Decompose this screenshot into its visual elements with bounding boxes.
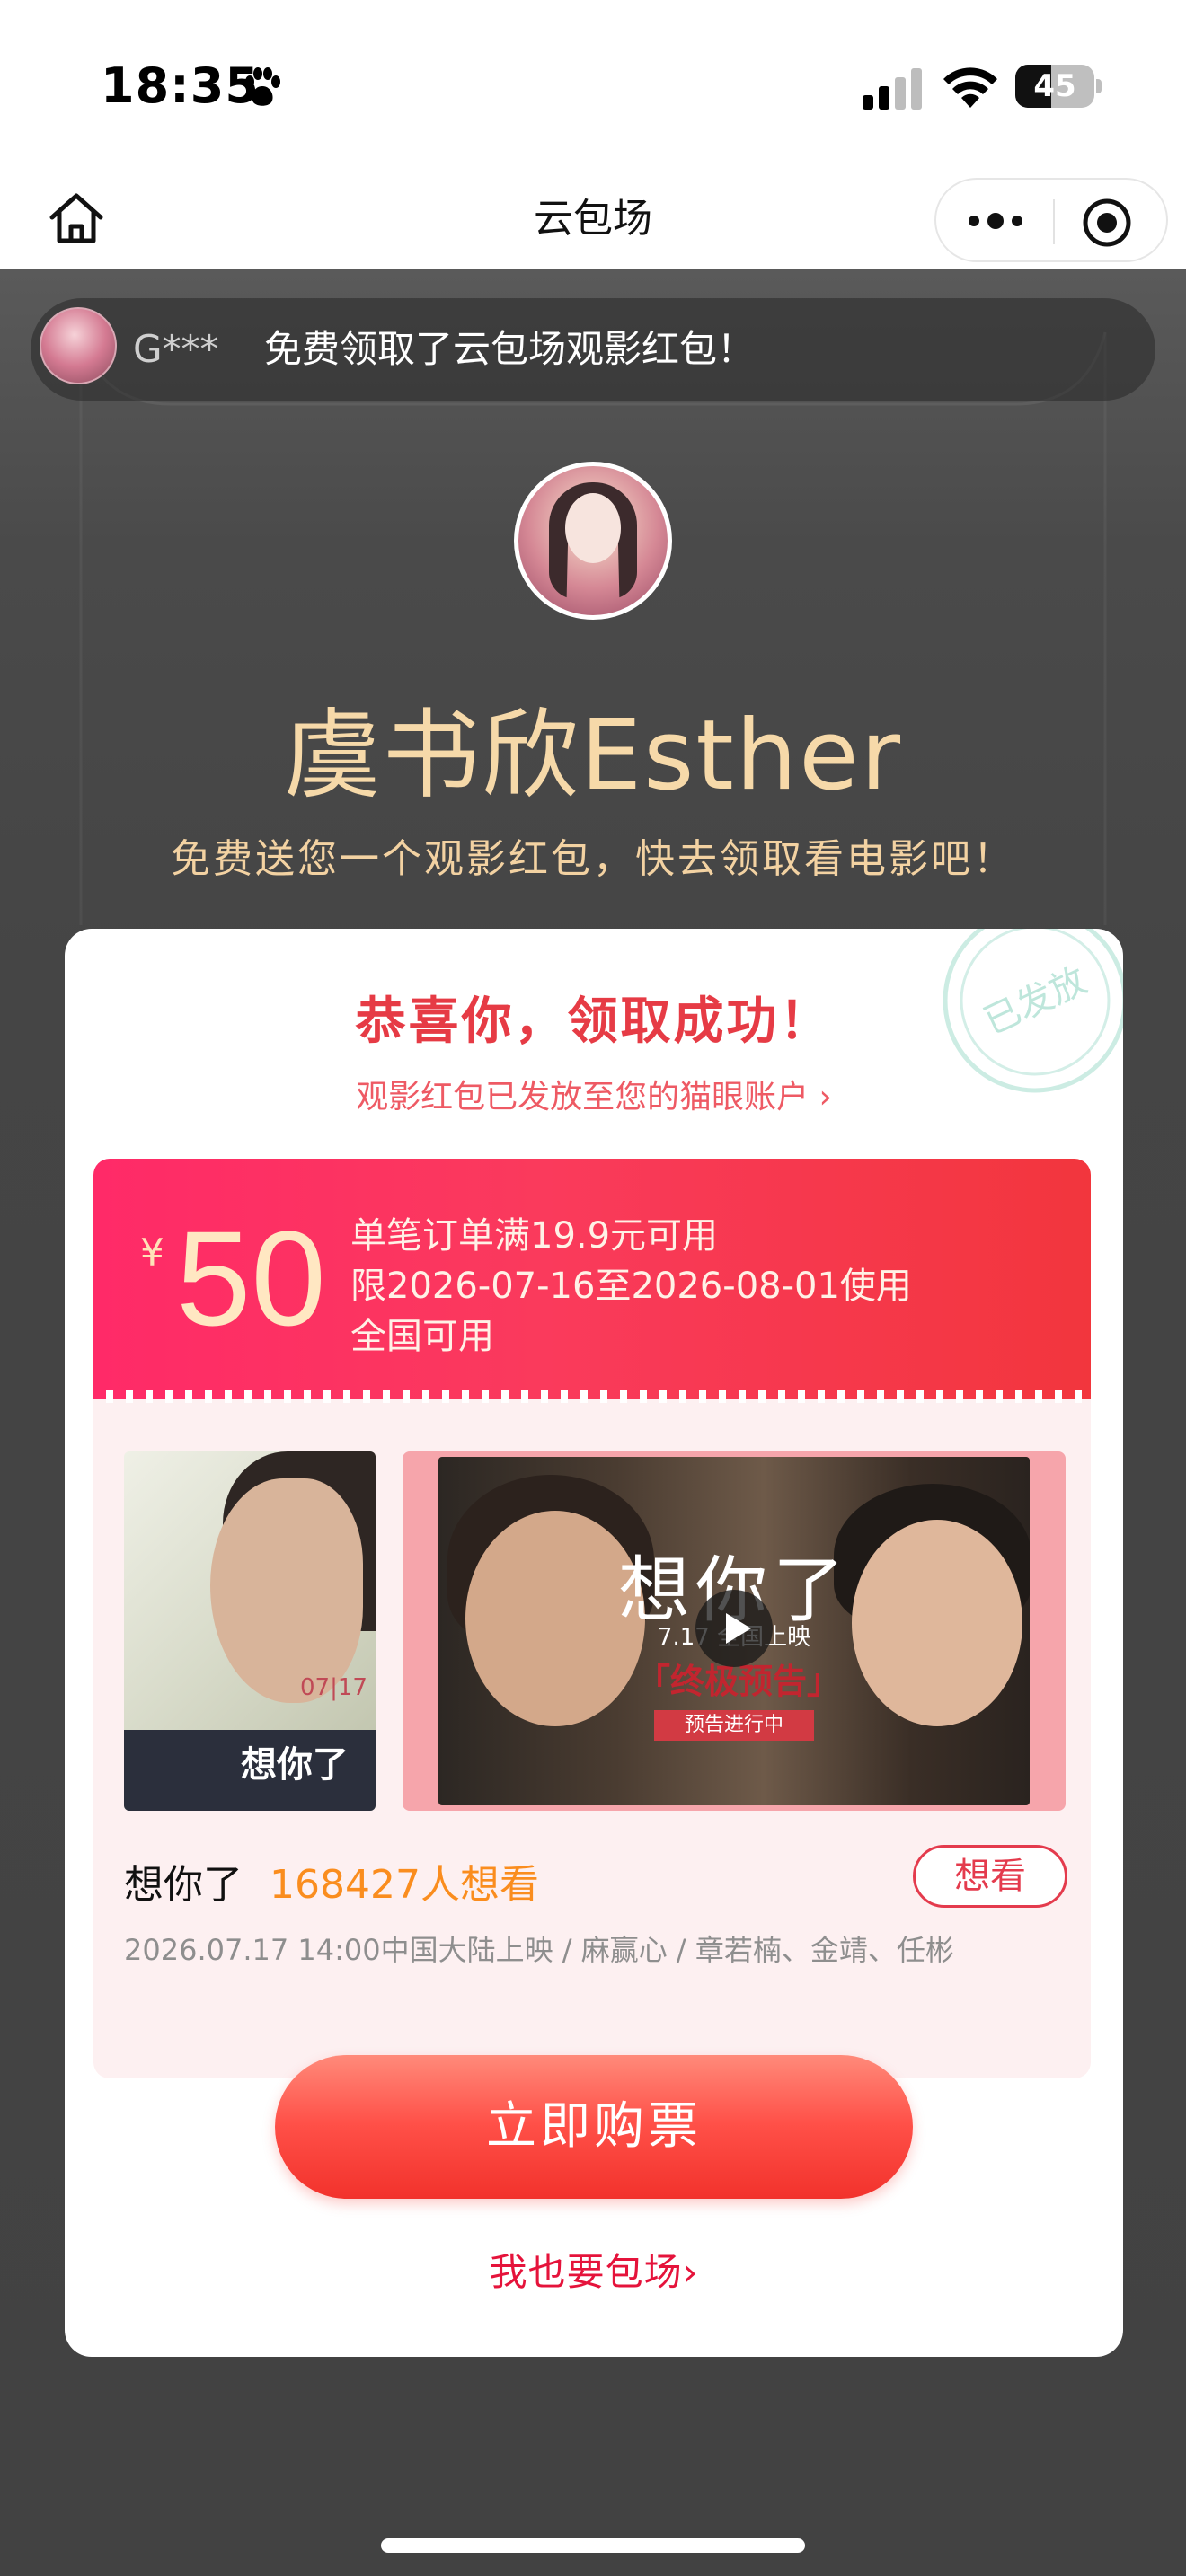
status-bar: 18:35 45 xyxy=(0,0,1186,171)
cellular-signal-icon xyxy=(863,68,922,110)
host-screening-link[interactable]: 我也要包场› xyxy=(65,2242,1123,2297)
success-title: 恭喜你，领取成功！ xyxy=(355,992,833,1051)
poster-date: 07|17 xyxy=(300,1674,367,1701)
host-avatar xyxy=(514,462,672,620)
coupon-panel: ¥ 50 单笔订单满19.9元可用 限2026-07-16至2026-08-01… xyxy=(93,1159,1091,2078)
coupon-header: ¥ 50 单笔订单满19.9元可用 限2026-07-16至2026-08-01… xyxy=(93,1159,1091,1399)
coupon-perforation xyxy=(106,1390,1082,1403)
battery-level: 45 xyxy=(1033,68,1076,104)
coupon-term: 单笔订单满19.9元可用 xyxy=(350,1215,719,1257)
home-indicator xyxy=(381,2538,805,2553)
nav-bar: 云包场 xyxy=(0,171,1186,269)
miniprogram-capsule xyxy=(934,178,1168,262)
battery-indicator: 45 xyxy=(1015,65,1102,108)
wifi-icon xyxy=(943,67,997,108)
coupon-amount: 50 xyxy=(176,1203,326,1354)
ticker-avatar xyxy=(40,307,117,384)
more-icon[interactable] xyxy=(960,194,1031,248)
buy-ticket-button[interactable]: 立即购票 xyxy=(275,2055,913,2199)
account-link[interactable]: 观影红包已发放至您的猫眼账户 › xyxy=(65,1071,1123,1117)
coupon-term: 限2026-07-16至2026-08-01使用 xyxy=(350,1266,912,1307)
claim-ticker: G*** 免费领取了云包场观影红包！ xyxy=(31,298,1155,401)
host-subtitle: 免费送您一个观影红包，快去领取看电影吧！ xyxy=(171,836,1015,882)
target-icon[interactable] xyxy=(1080,196,1134,250)
movie-meta: 2026.07.17 14:00中国大陆上映 / 麻赢心 / 章若楠、金靖、任彬 xyxy=(124,1933,954,1967)
result-card: 已发放 恭喜你，领取成功！ 观影红包已发放至您的猫眼账户 › ¥ 50 单笔订单… xyxy=(65,929,1123,2357)
ticker-message: 免费领取了云包场观影红包！ xyxy=(264,327,756,371)
paw-icon xyxy=(245,67,280,106)
ticker-username: G*** xyxy=(133,327,219,371)
poster-title: 想你了 xyxy=(241,1744,349,1786)
coupon-terms: 单笔订单满19.9元可用 限2026-07-16至2026-08-01使用 全国… xyxy=(350,1211,912,1362)
currency-symbol: ¥ xyxy=(140,1231,164,1275)
movie-poster[interactable]: 07|17 想你了 xyxy=(124,1451,376,1811)
want-to-see-button[interactable]: 想看 xyxy=(913,1845,1067,1908)
play-icon[interactable] xyxy=(695,1590,773,1667)
host-name: 虞书欣Esther xyxy=(283,700,903,812)
movie-title: 想你了 xyxy=(124,1862,243,1908)
status-time: 18:35 xyxy=(101,57,260,114)
trailer-status: 预告进行中 xyxy=(654,1710,814,1741)
want-count: 168427人想看 xyxy=(270,1862,539,1908)
coupon-term: 全国可用 xyxy=(350,1316,494,1357)
trailer-video[interactable]: 想你了 7.17 全国上映 「终极预告」 预告进行中 xyxy=(403,1451,1066,1811)
